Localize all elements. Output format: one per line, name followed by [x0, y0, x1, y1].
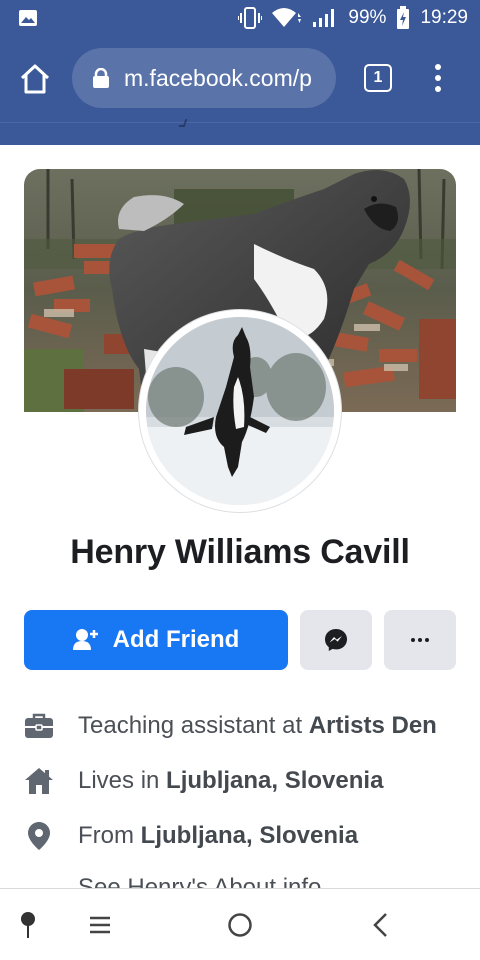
add-friend-label: Add Friend [112, 626, 240, 653]
vibrate-icon [238, 7, 263, 29]
status-bar: 99% 19:29 [0, 0, 480, 36]
home-circle-icon[interactable] [222, 889, 258, 960]
lives-prefix: Lives in [78, 767, 167, 794]
url-text: m.facebook.com/p [124, 64, 312, 91]
overflow-menu-icon[interactable] [426, 62, 450, 94]
from-prefix: From [78, 822, 141, 849]
profile-picture[interactable] [139, 310, 341, 512]
battery-charging-icon [397, 6, 410, 29]
lives-place[interactable]: Ljubljana, Slovenia [166, 767, 383, 795]
clock: 19:29 [420, 7, 468, 28]
messenger-button[interactable] [300, 610, 372, 670]
recents-icon[interactable] [84, 889, 116, 960]
intro-work[interactable]: Teaching assistant at Artists Den [24, 706, 464, 746]
system-navigation-bar [0, 888, 480, 960]
browser-toolbar: m.facebook.com/p 1 [0, 36, 480, 122]
briefcase-icon [24, 711, 54, 741]
about-info-link[interactable]: See Henry's About info [24, 866, 464, 888]
intro-lives[interactable]: Lives in Ljubljana, Slovenia [24, 761, 464, 801]
signal-icon [313, 9, 335, 27]
about-info-label: See Henry's About info [78, 874, 322, 888]
more-icon[interactable] [384, 610, 456, 670]
address-bar[interactable]: m.facebook.com/p [72, 48, 336, 108]
tab-count: 1 [373, 69, 383, 86]
image-icon [19, 10, 37, 26]
pin-icon[interactable] [12, 889, 44, 960]
house-icon [24, 766, 54, 796]
wifi-icon [272, 8, 302, 27]
intro-from[interactable]: From Ljubljana, Slovenia [24, 816, 464, 856]
messenger-icon [325, 629, 347, 651]
home-icon[interactable] [18, 63, 52, 95]
back-icon[interactable] [364, 889, 396, 960]
facebook-header-strip [0, 119, 480, 145]
tab-switcher-button[interactable]: 1 [364, 64, 392, 92]
add-friend-button[interactable]: Add Friend [24, 610, 288, 670]
profile-name: Henry Williams Cavill [70, 533, 410, 571]
lock-icon [93, 68, 109, 88]
work-place[interactable]: Artists Den [309, 712, 437, 740]
from-place[interactable]: Ljubljana, Slovenia [141, 822, 358, 850]
status-right: 99% 19:29 [238, 0, 468, 36]
battery-percentage: 99% [348, 7, 387, 28]
add-person-icon [72, 629, 98, 650]
location-pin-icon [24, 821, 54, 851]
work-prefix: Teaching assistant at [78, 712, 309, 739]
